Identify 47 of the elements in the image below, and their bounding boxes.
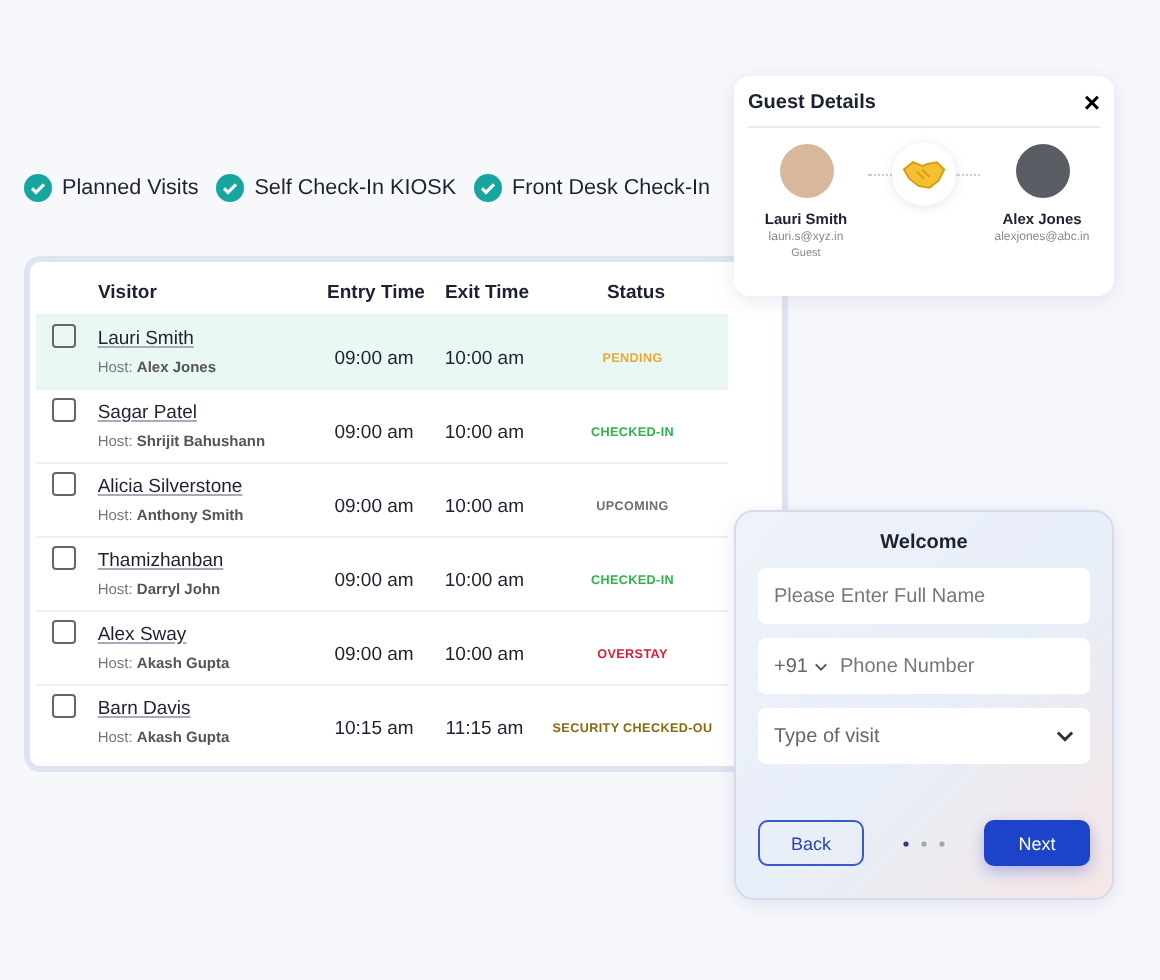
column-header: Visitor [96,281,159,303]
entry-time: 09:00 am [332,567,416,591]
visitor-name[interactable]: Barn Davis [97,698,191,720]
entry-time: 09:00 am [332,493,416,517]
chevron-down-icon [813,661,828,671]
checkbox[interactable] [52,694,77,718]
handshake-icon [902,159,946,189]
avatar [1015,144,1069,198]
entry-time: 09:00 am [332,345,416,369]
entry-time: 09:00 am [332,641,416,665]
close-button[interactable]: × [1083,88,1100,116]
checkbox[interactable] [52,546,77,570]
checkbox[interactable] [52,620,77,644]
exit-time: 11:15 am [443,715,526,739]
back-button[interactable]: Back [758,820,864,866]
entry-time: 09:00 am [332,419,416,443]
entry-time: 10:15 am [332,715,416,739]
name-field[interactable]: Please Enter Full Name [758,568,1090,624]
country-code[interactable]: +91 [774,655,808,677]
exit-time: 10:00 am [442,345,527,369]
column-header: Exit Time [442,281,532,303]
dotted-line [956,173,980,175]
exit-time: 10:00 am [442,567,527,591]
visit-type-dropdown[interactable]: Type of visit [758,708,1090,764]
feature-label: Front Desk Check-In [512,176,711,200]
chevron-down-icon [1056,730,1074,742]
exit-time: 10:00 am [442,493,527,517]
column-header: Entry Time [325,281,427,303]
card-title: Welcome [878,532,970,554]
visitor-name[interactable]: Lauri Smith [97,328,194,350]
exit-time: 10:00 am [442,641,527,665]
visitor-name[interactable]: Thamizhanban [97,550,224,572]
pager-dots-icon [902,839,946,847]
checkbox[interactable] [52,398,77,422]
feature-label: Planned Visits [62,176,199,200]
exit-time: 10:00 am [442,419,527,443]
checkbox[interactable] [52,324,77,348]
visitor-name[interactable]: Alex Sway [97,624,187,646]
visitor-name[interactable]: Sagar Patel [97,402,197,424]
visitor-name[interactable]: Alicia Silverstone [97,476,243,498]
column-header: Status [604,281,668,303]
feature-label: Self Check-In KIOSK [254,176,457,200]
next-button[interactable]: Next [984,820,1090,866]
phone-field[interactable]: +91 Phone Number [758,638,1090,694]
checkbox[interactable] [52,472,77,496]
card-title: Guest Details [748,91,876,113]
avatar [779,144,833,198]
